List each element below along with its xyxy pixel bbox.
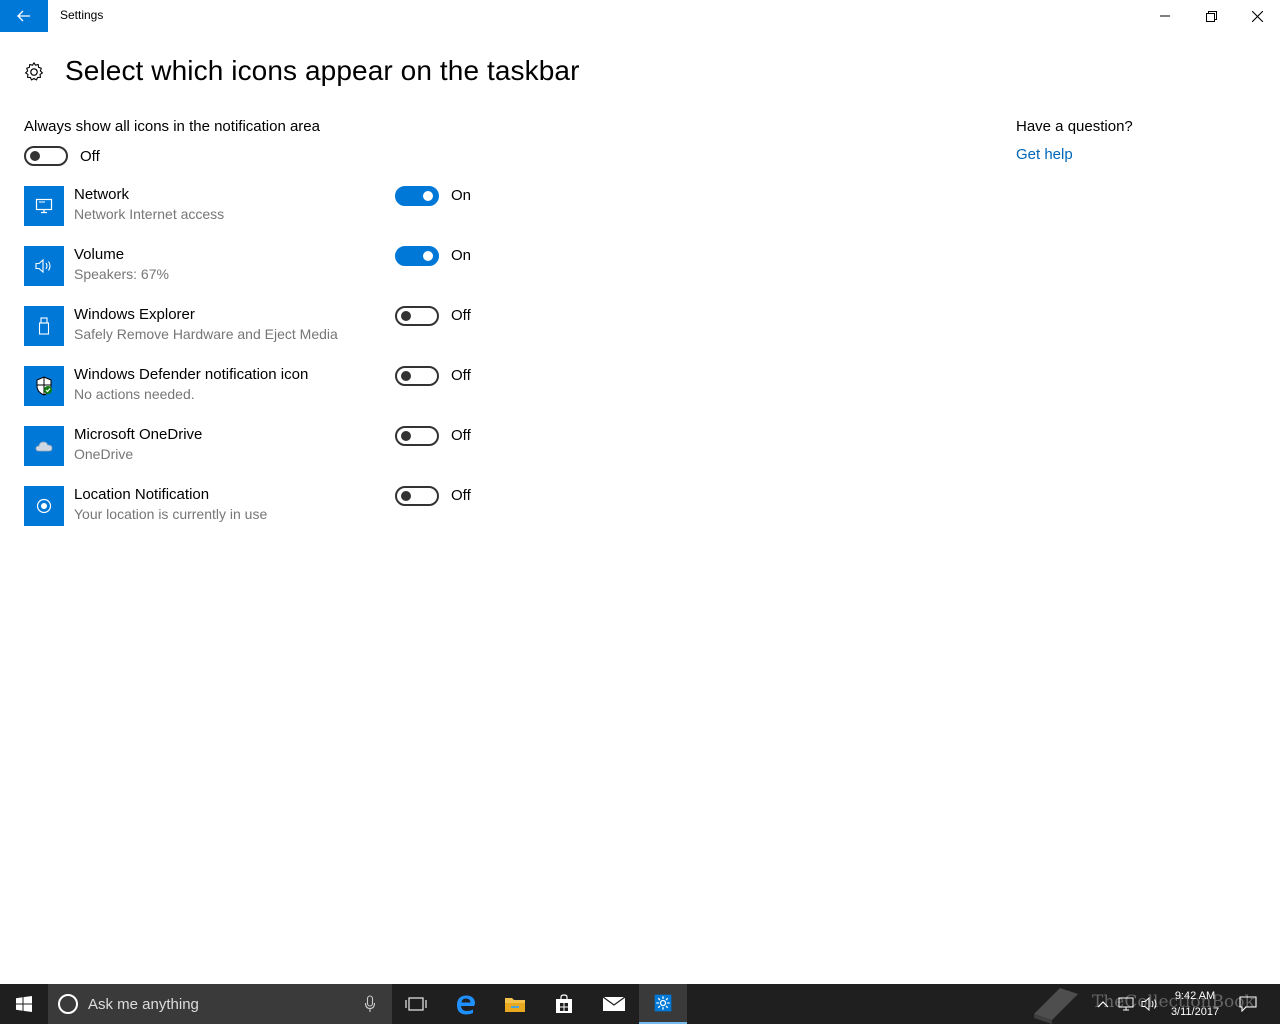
- title-bar: Settings: [0, 0, 1280, 32]
- minimize-button[interactable]: [1142, 0, 1188, 32]
- speaker-icon: [24, 246, 64, 286]
- row-title: Volume: [74, 246, 125, 263]
- store-button[interactable]: [540, 984, 588, 1024]
- onedrive-toggle[interactable]: [395, 426, 439, 446]
- restore-icon: [1205, 10, 1217, 22]
- mail-icon: [602, 996, 626, 1011]
- row-title: Windows Defender notification icon: [74, 366, 309, 383]
- location-icon: [24, 486, 64, 526]
- taskbar-icon-row-windows-defender: Windows Defender notification icon No ac…: [24, 366, 484, 406]
- toggle-state: Off: [451, 367, 471, 384]
- windows-logo-icon: [16, 996, 32, 1012]
- taskbar: Ask me anything TheCollectionBook 9:42 A…: [0, 984, 1280, 1024]
- notification-icon: [1239, 996, 1257, 1012]
- gear-icon: [25, 62, 43, 81]
- search-placeholder: Ask me anything: [88, 996, 199, 1013]
- close-button[interactable]: [1234, 0, 1280, 32]
- toggle-knob: [423, 251, 433, 261]
- defender-shield-icon: [24, 366, 64, 406]
- book-logo-icon: [1034, 988, 1078, 1024]
- row-title: Microsoft OneDrive: [74, 426, 203, 443]
- always-show-label: Always show all icons in the notificatio…: [24, 118, 320, 135]
- edge-button[interactable]: [442, 984, 490, 1024]
- windows-explorer-toggle[interactable]: [395, 306, 439, 326]
- volume-tray-icon: [1141, 997, 1157, 1011]
- settings-taskbar-button[interactable]: [639, 984, 687, 1024]
- row-title: Windows Explorer: [74, 306, 195, 323]
- taskbar-icon-row-location: Location Notification Your location is c…: [24, 486, 484, 526]
- toggle-knob: [401, 491, 411, 501]
- help-question: Have a question?: [1016, 118, 1133, 135]
- search-box[interactable]: Ask me anything: [48, 984, 392, 1024]
- always-show-state: Off: [80, 148, 100, 165]
- toggle-state: Off: [451, 427, 471, 444]
- back-arrow-icon: [17, 10, 30, 22]
- windows-defender-toggle[interactable]: [395, 366, 439, 386]
- row-description: No actions needed.: [74, 386, 195, 402]
- volume-toggle[interactable]: [395, 246, 439, 266]
- taskbar-icon-row-windows-explorer: Windows Explorer Safely Remove Hardware …: [24, 306, 484, 346]
- mail-button[interactable]: [590, 984, 638, 1024]
- network-toggle[interactable]: [395, 186, 439, 206]
- minimize-icon: [1160, 15, 1170, 17]
- cloud-icon: [24, 426, 64, 466]
- toggle-knob: [401, 431, 411, 441]
- row-description: Speakers: 67%: [74, 266, 169, 282]
- back-button[interactable]: [0, 0, 48, 32]
- location-toggle[interactable]: [395, 486, 439, 506]
- row-description: Network Internet access: [74, 206, 225, 222]
- toggle-knob: [30, 151, 40, 161]
- row-title: Network: [74, 186, 130, 203]
- clock-date: 3/11/2017: [1170, 1006, 1220, 1018]
- toggle-state: Off: [451, 307, 471, 324]
- toggle-state: On: [451, 187, 472, 204]
- toggle-state: On: [451, 247, 472, 264]
- microphone-icon[interactable]: [364, 994, 376, 1014]
- network-monitor-icon: [24, 186, 64, 226]
- chevron-up-icon: [1097, 1001, 1109, 1008]
- restore-button[interactable]: [1188, 0, 1234, 32]
- usb-drive-icon: [24, 306, 64, 346]
- toggle-knob: [401, 371, 411, 381]
- settings-gear-icon: [654, 994, 672, 1012]
- clock-time: 9:42 AM: [1174, 990, 1216, 1002]
- clock[interactable]: 9:42 AM 3/11/2017: [1160, 988, 1230, 1020]
- file-explorer-button[interactable]: [491, 984, 539, 1024]
- close-icon: [1251, 10, 1263, 22]
- toggle-state: Off: [451, 487, 471, 504]
- taskbar-icon-row-network: Network Network Internet access On: [24, 186, 484, 226]
- show-hidden-icons-button[interactable]: [1094, 984, 1112, 1024]
- store-bag-icon: [556, 994, 572, 1013]
- action-center-button[interactable]: [1234, 984, 1262, 1024]
- tray-volume-button[interactable]: [1138, 984, 1162, 1024]
- row-title: Location Notification: [74, 486, 210, 503]
- start-button[interactable]: [0, 984, 48, 1024]
- taskbar-icon-row-onedrive: Microsoft OneDrive OneDrive Off: [24, 426, 484, 466]
- tray-network-button[interactable]: [1114, 984, 1138, 1024]
- taskbar-icon-row-volume: Volume Speakers: 67% On: [24, 246, 484, 286]
- row-description: Safely Remove Hardware and Eject Media: [74, 326, 338, 342]
- row-description: OneDrive: [74, 446, 134, 462]
- cortana-icon: [58, 994, 78, 1014]
- row-description: Your location is currently in use: [74, 506, 268, 522]
- window-title: Settings: [60, 8, 104, 22]
- always-show-toggle[interactable]: [24, 146, 68, 166]
- toggle-knob: [401, 311, 411, 321]
- get-help-link[interactable]: Get help: [1016, 146, 1073, 163]
- network-tray-icon: [1118, 997, 1134, 1011]
- task-view-icon: [405, 997, 427, 1011]
- edge-icon: [457, 995, 475, 1015]
- page-title: Select which icons appear on the taskbar: [65, 55, 580, 86]
- toggle-knob: [423, 191, 433, 201]
- task-view-button[interactable]: [392, 984, 440, 1024]
- folder-icon: [505, 998, 525, 1012]
